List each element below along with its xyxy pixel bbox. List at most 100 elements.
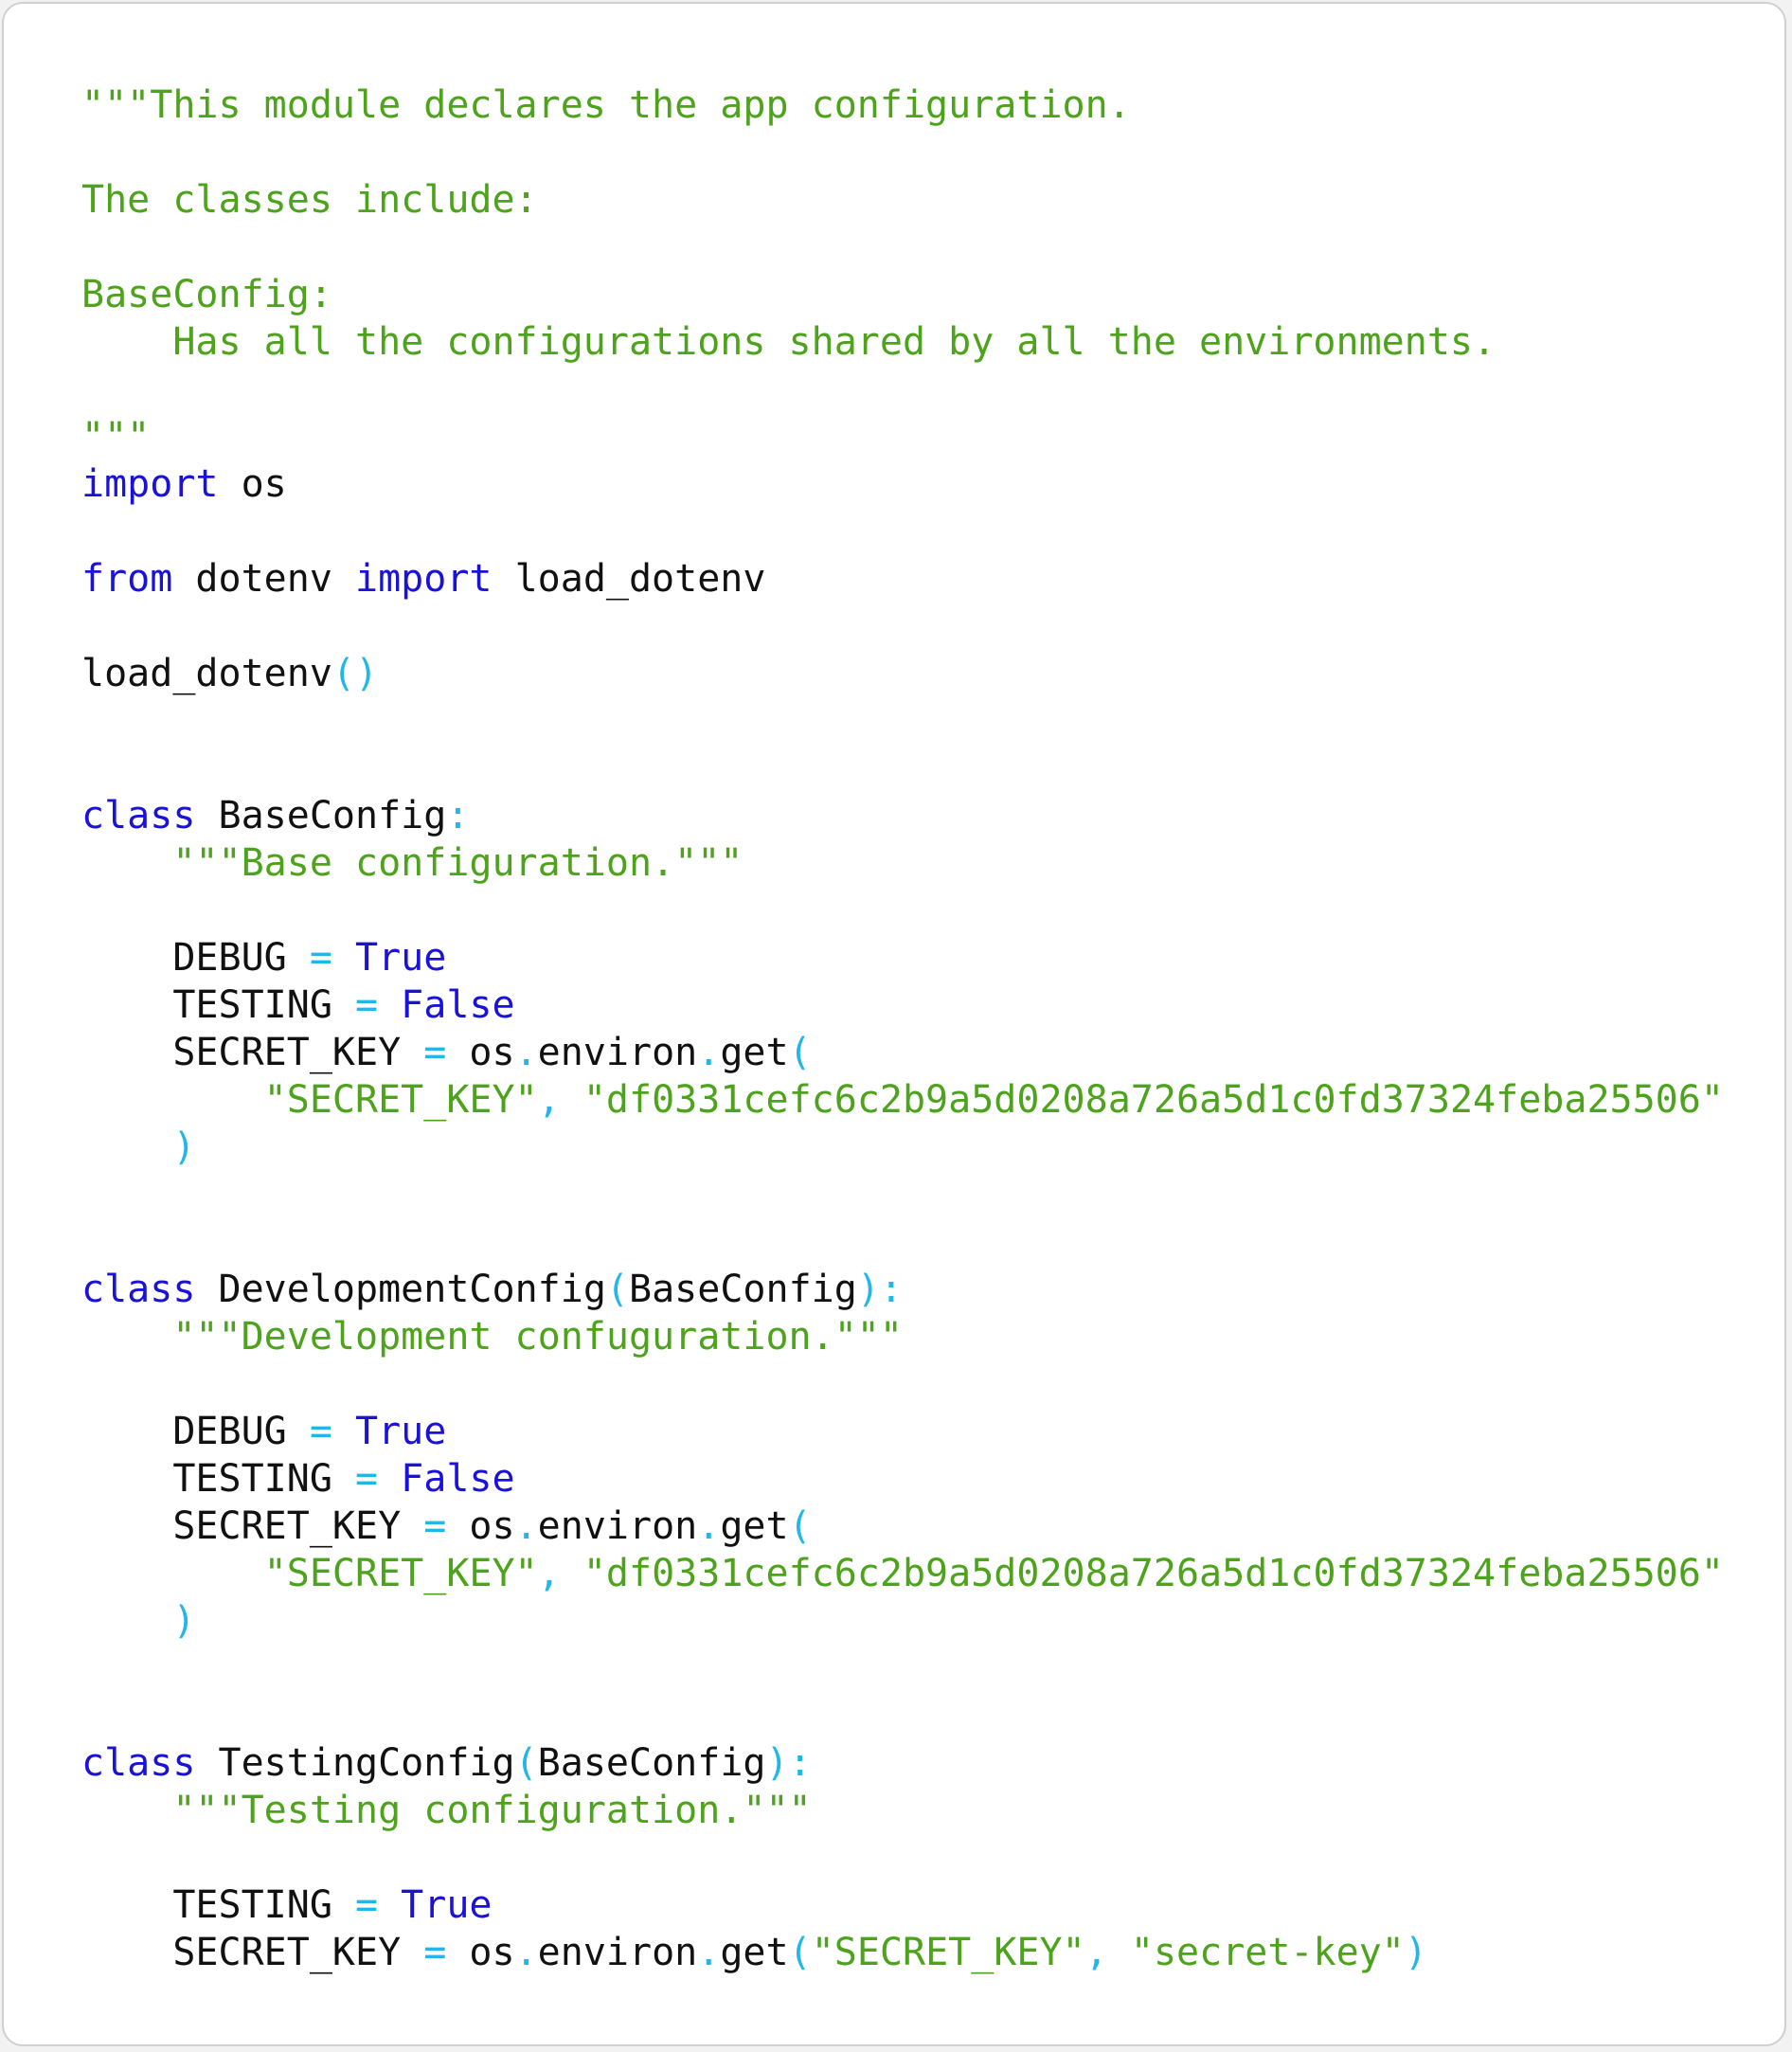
code-line: """Development confuguration."""	[81, 1313, 1724, 1360]
code-line: TESTING = False	[81, 981, 1724, 1029]
code-token: from	[81, 557, 173, 601]
code-token: =	[354, 1883, 379, 1927]
code-token: "SECRET_KEY"	[263, 1552, 538, 1595]
code-token: =	[309, 1410, 332, 1453]
code-token: TESTING	[81, 1883, 355, 1927]
code-token: SECRET_KEY	[81, 1931, 424, 1974]
code-line: SECRET_KEY = os.environ.get(	[81, 1029, 1724, 1076]
code-token: os	[446, 1931, 515, 1974]
code-token: DEBUG	[81, 936, 310, 980]
code-token: True	[355, 936, 447, 980]
code-token: get	[720, 1031, 789, 1074]
code-token: environ	[537, 1031, 698, 1074]
code-token: )	[172, 1125, 196, 1169]
code-token: "secret-key"	[1130, 1931, 1405, 1974]
code-snippet-card: """This module declares the app configur…	[2, 2, 1786, 2046]
code-token: ):	[765, 1741, 812, 1785]
code-token: .	[514, 1931, 538, 1974]
code-token: "df0331cefc6c2b9a5d0208a726a5d1c0fd37324…	[582, 1078, 1724, 1122]
code-token: """Base configuration."""	[172, 841, 744, 885]
code-token: get	[720, 1931, 789, 1974]
code-token: SECRET_KEY	[81, 1504, 424, 1548]
code-token: """Development confuguration."""	[172, 1315, 903, 1359]
code-token: "df0331cefc6c2b9a5d0208a726a5d1c0fd37324…	[582, 1552, 1724, 1595]
code-token: import	[81, 462, 219, 506]
code-token: The classes include:	[81, 178, 538, 222]
code-line: """Base configuration."""	[81, 839, 1724, 887]
code-token: (	[788, 1031, 812, 1074]
code-token: =	[309, 936, 332, 980]
code-token: ()	[332, 652, 379, 695]
code-token: =	[354, 983, 379, 1027]
code-token: )	[1404, 1931, 1427, 1974]
code-line: TESTING = True	[81, 1881, 1724, 1929]
code-token: os	[446, 1504, 515, 1548]
code-token: True	[355, 1410, 447, 1453]
code-token: """Testing configuration."""	[172, 1789, 812, 1832]
code-token: ):	[856, 1268, 903, 1311]
code-token: (	[605, 1268, 629, 1311]
code-token: class	[81, 1741, 196, 1785]
code-token: =	[423, 1031, 447, 1074]
code-token: :	[446, 794, 470, 837]
code-token: )	[172, 1599, 196, 1643]
code-line: DEBUG = True	[81, 934, 1724, 981]
code-line: BaseConfig:	[81, 271, 1724, 318]
code-token: get	[720, 1504, 789, 1548]
code-line: class TestingConfig(BaseConfig):	[81, 1739, 1724, 1787]
code-token: class	[81, 794, 196, 837]
code-line: """	[81, 413, 1724, 460]
code-token: =	[423, 1931, 447, 1974]
code-token: False	[401, 1457, 515, 1501]
code-token: TestingConfig	[195, 1741, 515, 1785]
code-line: "SECRET_KEY", "df0331cefc6c2b9a5d0208a72…	[81, 1550, 1724, 1597]
code-token: class	[81, 1268, 196, 1311]
code-token: .	[697, 1504, 721, 1548]
code-token: environ	[537, 1931, 698, 1974]
code-token: (	[788, 1931, 812, 1974]
code-line: )	[81, 1597, 1724, 1645]
code-token: BaseConfig:	[81, 273, 332, 316]
code-token: SECRET_KEY	[81, 1031, 424, 1074]
code-token: Has all the configurations shared by all…	[81, 320, 1496, 364]
code-token: .	[697, 1931, 721, 1974]
code-line: class BaseConfig:	[81, 792, 1724, 839]
code-token: """This module declares the app configur…	[81, 83, 1131, 127]
code-line: class DevelopmentConfig(BaseConfig):	[81, 1266, 1724, 1313]
code-token: ,	[1084, 1931, 1108, 1974]
code-line: load_dotenv()	[81, 650, 1724, 697]
code-line: TESTING = False	[81, 1455, 1724, 1503]
code-line: """Testing configuration."""	[81, 1787, 1724, 1834]
code-line: "SECRET_KEY", "df0331cefc6c2b9a5d0208a72…	[81, 1076, 1724, 1124]
code-line: """This module declares the app configur…	[81, 81, 1724, 129]
code-token: "SECRET_KEY"	[811, 1931, 1085, 1974]
code-line: The classes include:	[81, 176, 1724, 224]
code-token: os	[218, 462, 287, 506]
code-token: os	[446, 1031, 515, 1074]
code-token: True	[401, 1883, 493, 1927]
code-token: TESTING	[81, 1457, 355, 1501]
code-token: dotenv	[172, 557, 355, 601]
code-line: SECRET_KEY = os.environ.get("SECRET_KEY"…	[81, 1929, 1724, 1976]
